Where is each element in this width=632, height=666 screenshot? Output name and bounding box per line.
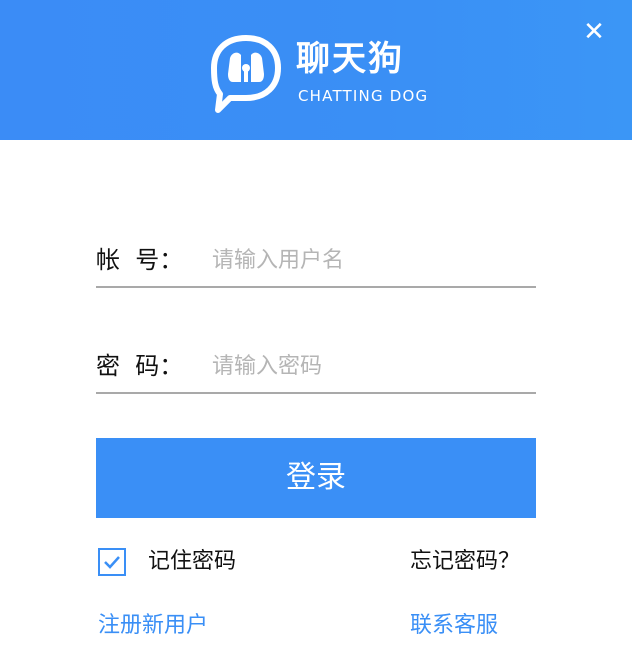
username-input[interactable] <box>212 240 532 280</box>
remember-checkbox[interactable] <box>98 548 126 576</box>
close-icon: ✕ <box>583 17 605 47</box>
username-field: 帐 号： <box>96 238 536 288</box>
brand-logo: 聊天狗 CHATTING DOG <box>208 32 438 114</box>
checkmark-icon <box>104 556 120 569</box>
close-button[interactable]: ✕ <box>580 18 608 46</box>
password-input[interactable] <box>212 346 532 386</box>
header-banner: 聊天狗 CHATTING DOG ✕ <box>0 0 632 140</box>
forgot-password-link[interactable]: 忘记密码？ <box>410 546 520 578</box>
login-window: 聊天狗 CHATTING DOG ✕ 帐 号： 密 码： 登录 记住密码 忘记密… <box>0 0 632 666</box>
chat-bubble-icon <box>211 35 281 113</box>
password-label: 密 码： <box>96 352 184 380</box>
remember-label: 记住密码 <box>148 549 237 574</box>
password-field: 密 码： <box>96 344 536 394</box>
brand-name-chinese: 聊天狗 <box>296 39 404 79</box>
register-link[interactable]: 注册新用户 <box>98 610 208 642</box>
username-label: 帐 号： <box>96 246 184 274</box>
login-button[interactable]: 登录 <box>96 438 536 518</box>
contact-support-link[interactable]: 联系客服 <box>410 610 498 642</box>
brand-name-english: CHATTING DOG <box>298 87 429 105</box>
